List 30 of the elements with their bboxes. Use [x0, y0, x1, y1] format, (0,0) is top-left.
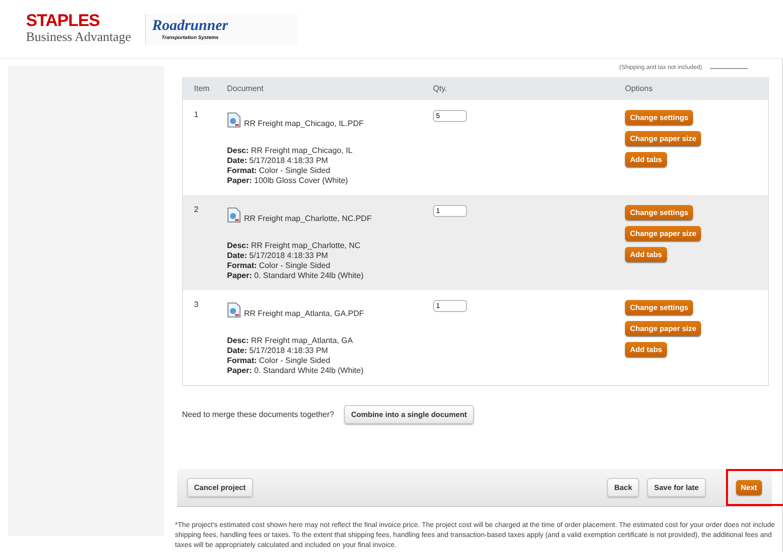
item-number: 1	[193, 110, 200, 121]
document-detail: Date: 5/17/2018 4:18:33 PM	[227, 346, 329, 356]
item-number: 3	[193, 300, 200, 311]
document-detail: Desc: RR Freight map_Charlotte, NC	[227, 241, 362, 251]
column-header: Document	[227, 84, 264, 93]
highlight-frame	[726, 469, 783, 506]
document-detail: Format: Color - Single Sided	[227, 356, 332, 366]
document-detail: Format: Color - Single Sided	[227, 261, 332, 271]
document-detail: Paper: 100lb Gloss Cover (White)	[227, 176, 349, 186]
document-detail: Paper: 0. Standard White 24lb (White)	[227, 366, 365, 376]
column-header: Qty.	[433, 84, 448, 93]
item-number: 2	[193, 205, 200, 216]
document-detail: Desc: RR Freight map_Atlanta, GA	[227, 336, 354, 346]
document-icon	[227, 302, 241, 318]
document-detail: Paper: 0. Standard White 24lb (White)	[227, 271, 365, 281]
file-name: RR Freight map_Chicago, IL.PDF	[244, 119, 364, 128]
document-detail: Format: Color - Single Sided	[227, 166, 332, 176]
document-detail: Date: 5/17/2018 4:18:33 PM	[227, 251, 329, 261]
document-detail: Date: 5/17/2018 4:18:33 PM	[227, 156, 329, 166]
document-icon	[227, 207, 241, 223]
document-detail: Desc: RR Freight map_Chicago, IL	[227, 146, 354, 156]
column-header: Item	[193, 84, 211, 93]
file-name: RR Freight map_Atlanta, GA.PDF	[244, 309, 364, 318]
brand-subtitle: Business Advantage	[26, 29, 132, 45]
column-header: Options	[625, 84, 654, 93]
partner-logo: Roadrunner	[152, 18, 228, 34]
document-icon	[227, 112, 241, 128]
brand-logo: STAPLES	[26, 13, 101, 29]
merge-question: Need to merge these documents together?	[182, 410, 334, 418]
file-name: RR Freight map_Charlotte, NC.PDF	[244, 214, 372, 223]
